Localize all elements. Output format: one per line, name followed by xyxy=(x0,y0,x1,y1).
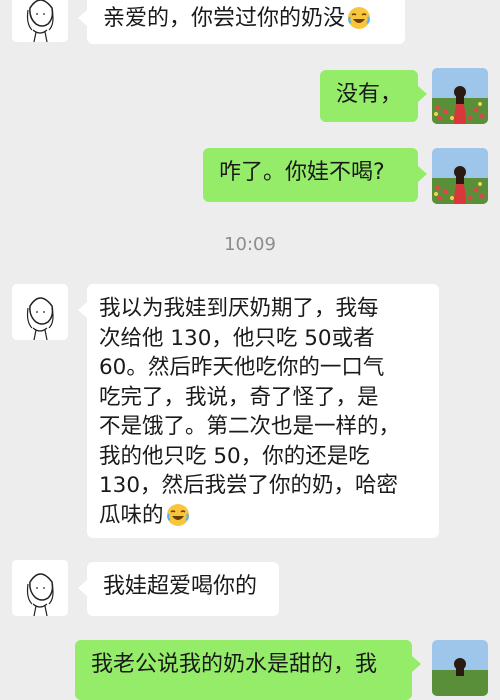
message-text: 咋了。你娃不喝? xyxy=(219,160,385,185)
laughing-tears-emoji-icon xyxy=(166,503,189,526)
message-text: 没有， xyxy=(336,82,403,107)
my-avatar[interactable] xyxy=(432,148,488,204)
contact-avatar[interactable] xyxy=(12,0,68,42)
message-bubble[interactable]: 亲爱的，你尝过你的奶没 xyxy=(87,0,405,44)
sketch-girl-avatar-icon xyxy=(12,0,68,42)
sketch-girl-avatar-icon xyxy=(12,284,68,340)
tulip-field-photo-avatar-icon xyxy=(432,640,488,696)
message-bubble[interactable]: 我以为我娃到厌奶期了，我每 次给他 130，他只吃 50或者 60。然后昨天他吃… xyxy=(87,284,439,538)
message-text: 亲爱的，你尝过你的奶没 xyxy=(103,6,346,31)
message-timestamp: 10:09 xyxy=(224,234,276,255)
sketch-girl-avatar-icon xyxy=(12,560,68,616)
message-text: 我老公说我的奶水是甜的，我 xyxy=(91,652,378,677)
my-avatar[interactable] xyxy=(432,68,488,124)
my-avatar[interactable] xyxy=(432,640,488,696)
message-bubble[interactable]: 我老公说我的奶水是甜的，我 xyxy=(75,640,412,700)
message-bubble[interactable]: 没有， xyxy=(320,70,418,122)
tulip-field-photo-avatar-icon xyxy=(432,68,488,124)
contact-avatar[interactable] xyxy=(12,284,68,340)
message-text: 我娃超爱喝你的 xyxy=(103,574,258,599)
message-bubble[interactable]: 我娃超爱喝你的 xyxy=(87,562,279,616)
message-text: 我以为我娃到厌奶期了，我每 次给他 130，他只吃 50或者 60。然后昨天他吃… xyxy=(99,296,401,528)
contact-avatar[interactable] xyxy=(12,560,68,616)
tulip-field-photo-avatar-icon xyxy=(432,148,488,204)
message-bubble[interactable]: 咋了。你娃不喝? xyxy=(203,148,418,202)
laughing-tears-emoji-icon xyxy=(348,7,371,29)
